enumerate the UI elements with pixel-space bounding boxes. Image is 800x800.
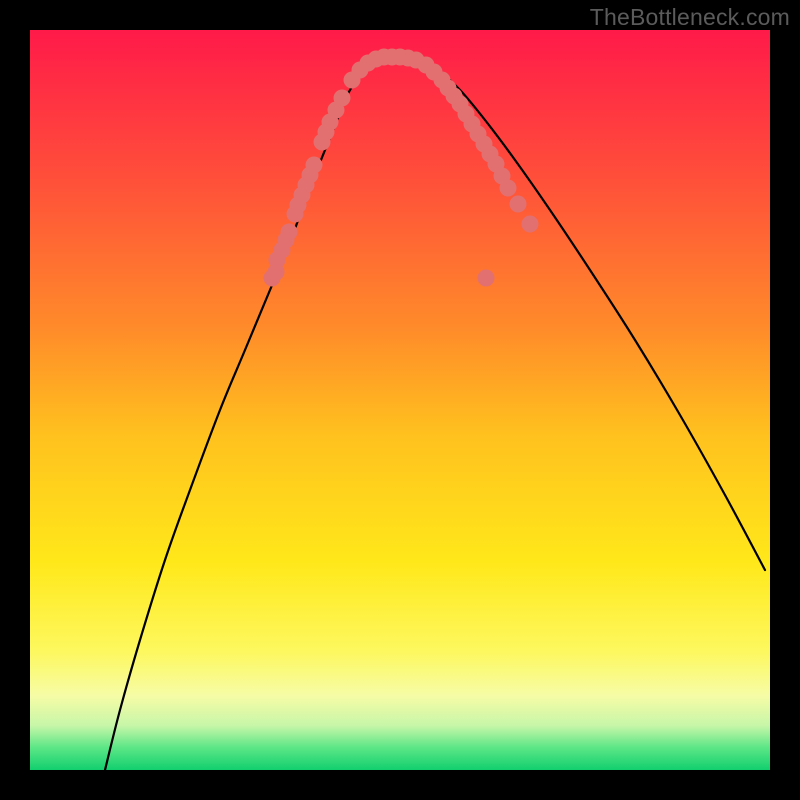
chart-frame: TheBottleneck.com bbox=[0, 0, 800, 800]
data-dot bbox=[281, 224, 298, 241]
data-dots bbox=[264, 49, 539, 287]
bottleneck-curve bbox=[105, 57, 765, 770]
watermark-text: TheBottleneck.com bbox=[590, 4, 790, 31]
data-dot bbox=[306, 157, 323, 174]
data-dot bbox=[510, 196, 527, 213]
curve-layer bbox=[30, 30, 770, 770]
data-dot bbox=[522, 216, 539, 233]
plot-area bbox=[30, 30, 770, 770]
data-dot bbox=[500, 180, 517, 197]
data-dot bbox=[478, 270, 495, 287]
data-dot bbox=[334, 90, 351, 107]
